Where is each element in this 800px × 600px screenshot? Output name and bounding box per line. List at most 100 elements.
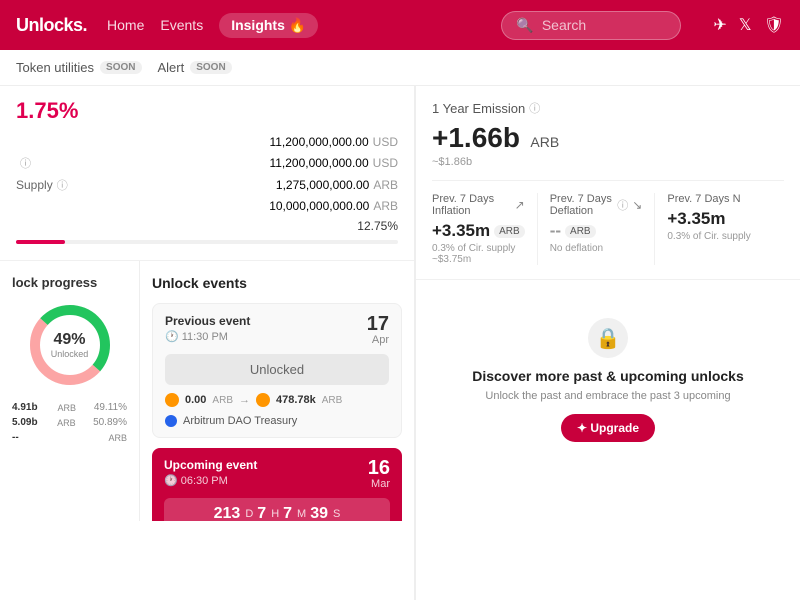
em-sub-1: 0.3% of Cir. supply ~$3.75m — [432, 243, 525, 265]
prev-event-time: 🕐 11:30 PM — [165, 330, 250, 343]
upcoming-time-val: 06:30 PM — [181, 475, 228, 487]
unlocked-button[interactable]: Unlocked — [165, 354, 389, 385]
donut-sub: Unlocked — [51, 349, 89, 359]
upcoming-event-card: Upcoming event 🕐 06:30 PM 16 Mar 213 — [152, 448, 402, 521]
prev-event-time-val: 11:30 PM — [182, 331, 228, 343]
token-icon-to — [256, 393, 270, 407]
em-label-1-text: Prev. 7 Days Inflation — [432, 193, 511, 217]
unlock-events: Unlock events Previous event 🕐 11:30 PM — [140, 261, 414, 521]
event-header-upcoming: Upcoming event 🕐 06:30 PM 16 Mar — [164, 458, 390, 490]
info-icon-supply[interactable]: ⓘ — [57, 177, 68, 193]
upgrade-button[interactable]: ✦ Upgrade — [561, 414, 655, 442]
discover-desc: Unlock the past and embrace the past 3 u… — [485, 390, 730, 402]
twitter-icon[interactable]: 𝕏 — [739, 15, 752, 35]
upcoming-date-month: Mar — [368, 478, 390, 490]
em-sub-3: 0.3% of Cir. supply — [667, 231, 760, 242]
token-utilities-label: Token utilities — [16, 60, 94, 75]
metrics-row-1: 11,200,000,000.00 USD — [16, 132, 398, 152]
metric-val-2: 1,275,000,000.00 — [276, 178, 369, 192]
lock-stat-badge-1: ARB — [57, 403, 76, 413]
lock-progress: lock progress 49% Unlocked 4.9 — [0, 261, 140, 521]
search-icon: 🔍 — [516, 17, 533, 34]
emission-info-icon[interactable]: ⓘ — [529, 100, 540, 116]
shield-icon[interactable]: 🛡 — [764, 15, 784, 35]
donut-container: 49% Unlocked — [25, 300, 115, 390]
countdown-hours-unit: H — [271, 508, 279, 520]
lock-stat-pct-2: 50.89% — [93, 417, 127, 428]
token-unit-from: ARB — [212, 395, 233, 406]
prev-date-num: 17 — [367, 314, 389, 334]
nav-links: Home Events Insights 🔥 — [107, 13, 318, 38]
emission-value: +1.66b — [432, 122, 520, 153]
sub-nav-alert[interactable]: Alert SOON — [158, 60, 232, 75]
alert-badge: SOON — [190, 61, 231, 74]
metric-unit-1: USD — [373, 156, 398, 170]
lock-stat-badge-2: ARB — [57, 418, 76, 428]
lock-emoji: 🔒 — [596, 326, 621, 351]
progress-bar-container — [16, 240, 398, 244]
navbar: Unlocks. Home Events Insights 🔥 🔍 Search… — [0, 0, 800, 50]
unlock-events-title: Unlock events — [152, 275, 402, 291]
metric-unit-3: ARB — [373, 199, 398, 213]
emission-section: 1 Year Emission ⓘ +1.66b ARB ~$1.86b Pre… — [416, 86, 800, 280]
nav-home[interactable]: Home — [107, 17, 144, 33]
alert-label: Alert — [158, 60, 185, 75]
nav-insights[interactable]: Insights 🔥 — [219, 13, 318, 38]
upcoming-event-date: 16 Mar — [368, 458, 390, 490]
prev-event-date: 17 Apr — [367, 314, 389, 346]
metric-unit-2: ARB — [373, 178, 398, 192]
emission-unit: ARB — [530, 134, 559, 150]
em-value-2: -- ARB — [550, 221, 643, 241]
lock-stat-row-1: 4.91b ARB 49.11% — [12, 400, 127, 415]
metric-unit-0: USD — [373, 135, 398, 149]
upcoming-date-num: 16 — [368, 458, 390, 478]
metrics-row-3: Supply ⓘ 1,275,000,000.00 ARB — [16, 174, 398, 196]
arb-dot — [165, 415, 177, 427]
em-label-2-text: Prev. 7 Days Deflation — [550, 193, 614, 217]
countdown-days: 213 — [214, 505, 241, 521]
metrics-table: 11,200,000,000.00 USD ⓘ 11,200,000,000.00… — [16, 132, 398, 216]
clock-icon: 🕐 — [165, 330, 179, 343]
sub-nav-token-utilities[interactable]: Token utilities SOON — [16, 60, 142, 75]
em-value-3: +3.35m — [667, 209, 760, 229]
upcoming-event-title: Upcoming event — [164, 458, 257, 472]
progress-pct-value: 12.75% — [357, 219, 398, 233]
main-content: 1.75% 11,200,000,000.00 USD ⓘ 11,200,000,… — [0, 86, 800, 600]
nav-icons: ✈ 𝕏 🛡 — [713, 15, 784, 35]
emission-metric-1: Prev. 7 Days Inflation ↗ +3.35m ARB 0.3%… — [432, 193, 538, 265]
em-info-icon-2[interactable]: ⓘ — [617, 197, 628, 213]
token-val-to: 478.78k — [276, 394, 316, 406]
countdown-seconds-unit: S — [333, 508, 340, 520]
telegram-icon[interactable]: ✈ — [713, 15, 726, 35]
token-icon-from — [165, 393, 179, 407]
progress-pct-label: 12.75% — [16, 216, 398, 236]
metric-percent: 1.75% — [16, 98, 398, 124]
lock-stat-pct-1: 49.11% — [94, 402, 127, 413]
discover-panel: 🔒 Discover more past & upcoming unlocks … — [416, 280, 800, 480]
countdown-days-unit: D — [245, 508, 253, 520]
prev-arb-row: Arbitrum DAO Treasury — [165, 415, 389, 427]
upcoming-event-time: 🕐 06:30 PM — [164, 474, 257, 487]
left-panel: 1.75% 11,200,000,000.00 USD ⓘ 11,200,000,… — [0, 86, 415, 600]
info-icon-value[interactable]: ⓘ — [20, 155, 31, 171]
em-label-3-text: Prev. 7 Days N — [667, 193, 740, 205]
lock-icon: 🔒 — [588, 318, 628, 358]
emission-metrics: Prev. 7 Days Inflation ↗ +3.35m ARB 0.3%… — [432, 180, 784, 265]
prev-token-row: 0.00 ARB → 478.78k ARB — [165, 393, 389, 407]
emission-metric-2: Prev. 7 Days Deflation ⓘ ↘ -- ARB No def… — [550, 193, 656, 265]
countdown-hours: 7 — [257, 505, 266, 521]
countdown-minutes-unit: M — [297, 508, 306, 520]
lock-stats: 4.91b ARB 49.11% 5.09b ARB 50.89% -- ARB — [12, 400, 127, 445]
arb-label: Arbitrum DAO Treasury — [183, 415, 297, 427]
search-bar[interactable]: 🔍 Search — [501, 11, 681, 40]
progress-bar-fill — [16, 240, 65, 244]
emission-sub: ~$1.86b — [432, 156, 784, 168]
metric-val-0: 11,200,000,000.00 — [269, 135, 368, 149]
emission-title: 1 Year Emission ⓘ — [432, 100, 784, 116]
token-utilities-badge: SOON — [100, 61, 141, 74]
metric-label-supply: Supply — [16, 178, 53, 192]
lock-stat-row-3: -- ARB — [12, 430, 127, 445]
nav-events[interactable]: Events — [160, 17, 203, 33]
em-label-2: Prev. 7 Days Deflation ⓘ ↘ — [550, 193, 643, 217]
em-dash-2: -- — [550, 221, 561, 241]
